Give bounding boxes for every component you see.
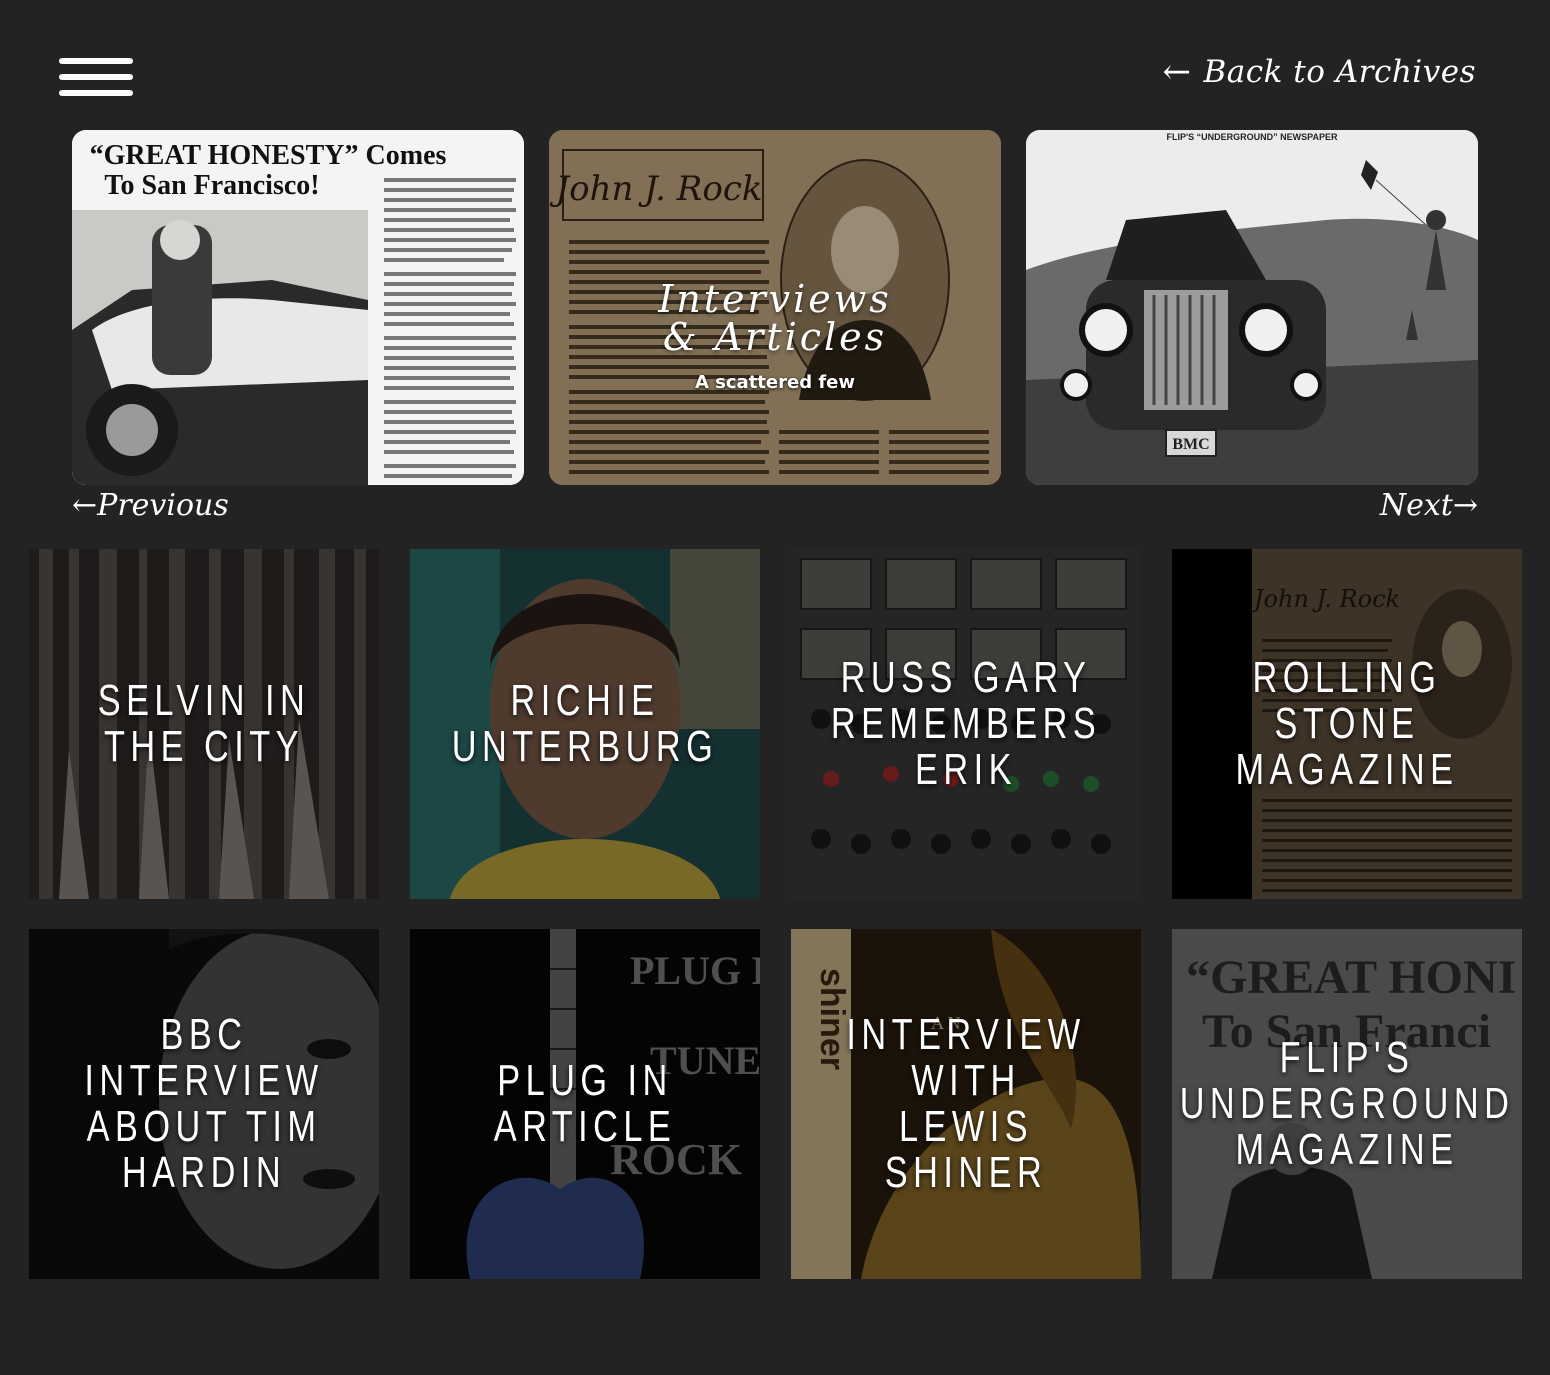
arrow-left-icon: ← (72, 488, 98, 523)
tile-label: BBC Interview About Tim Hardin (84, 1010, 324, 1197)
tile-flips-underground-magazine[interactable]: “GREAT HONI To San Franci Flip's Undergr… (1172, 929, 1522, 1279)
tile-interview-lewis-shiner[interactable]: shiner A N Interview with Lewis Shiner (791, 929, 1141, 1279)
tile-selvin-in-the-city[interactable]: Selvin in the City (29, 549, 379, 899)
next-link[interactable]: Next→ (1380, 488, 1478, 523)
menu-bar (59, 74, 133, 80)
tile-russ-gary-remembers-erik[interactable]: Russ Gary Remembers Erik (791, 549, 1141, 899)
overlay-title-line1: Interviews (658, 277, 892, 321)
arrow-left-icon: ← (1162, 52, 1192, 92)
carousel: “GREAT HONESTY” Comes To San Francisco! (72, 130, 1478, 485)
back-to-archives-link[interactable]: ← Back to Archives (1163, 52, 1476, 92)
menu-bar (59, 58, 133, 64)
rolls-royce-photo: FLIP'S “UNDERGROUND” NEWSPAPER BMC (1026, 130, 1478, 485)
overlay-subtitle: A scattered few (694, 372, 856, 393)
next-label: Next (1379, 488, 1453, 523)
carousel-slide-great-honesty[interactable]: “GREAT HONESTY” Comes To San Francisco! (72, 130, 524, 485)
newspaper-header: FLIP'S “UNDERGROUND” NEWSPAPER (1167, 132, 1338, 142)
clipping-headline-2: To San Francisco! (104, 170, 319, 201)
newspaper-photo: “GREAT HONESTY” Comes To San Francisco! (72, 130, 524, 485)
tile-label: Interview with Lewis Shiner (846, 1010, 1086, 1197)
carousel-slide-rolling-stone[interactable]: John J. Rock (549, 130, 1001, 485)
tile-plug-in-article[interactable]: PLUG IN TUNE ROCK Plug In Article (410, 929, 760, 1279)
tile-label: Flip's Underground Magazine (1179, 1033, 1515, 1174)
tile-label: Russ Gary Remembers Erik (830, 653, 1102, 794)
tile-label: Selvin in the City (97, 676, 311, 771)
carousel-overlay: Interviews & Articles A scattered few (549, 280, 1001, 393)
previous-link[interactable]: ←Previous (72, 488, 229, 523)
tile-richie-unterburg[interactable]: Richie Unterburg (410, 549, 760, 899)
tile-bbc-interview-tim-hardin[interactable]: BBC Interview About Tim Hardin (29, 929, 379, 1279)
tile-label: Plug In Article (493, 1056, 677, 1151)
tile-label: Rolling Stone Magazine (1235, 653, 1459, 794)
previous-label: Previous (97, 488, 229, 523)
tile-rolling-stone-magazine[interactable]: John J. Rock Rolling Stone Magazine (1172, 549, 1522, 899)
carousel-slide-underground-newspaper[interactable]: FLIP'S “UNDERGROUND” NEWSPAPER BMC (1026, 130, 1478, 485)
tile-label: Richie Unterburg (451, 676, 719, 771)
overlay-title-line2: & Articles (662, 315, 888, 359)
clipping-headline: “GREAT HONESTY” Comes (90, 140, 447, 171)
arrow-right-icon: → (1452, 488, 1478, 523)
license-plate-text: BMC (1172, 436, 1209, 453)
back-to-archives-label: Back to Archives (1203, 54, 1476, 90)
menu-bar (59, 90, 133, 96)
hamburger-menu-icon[interactable] (59, 58, 133, 100)
